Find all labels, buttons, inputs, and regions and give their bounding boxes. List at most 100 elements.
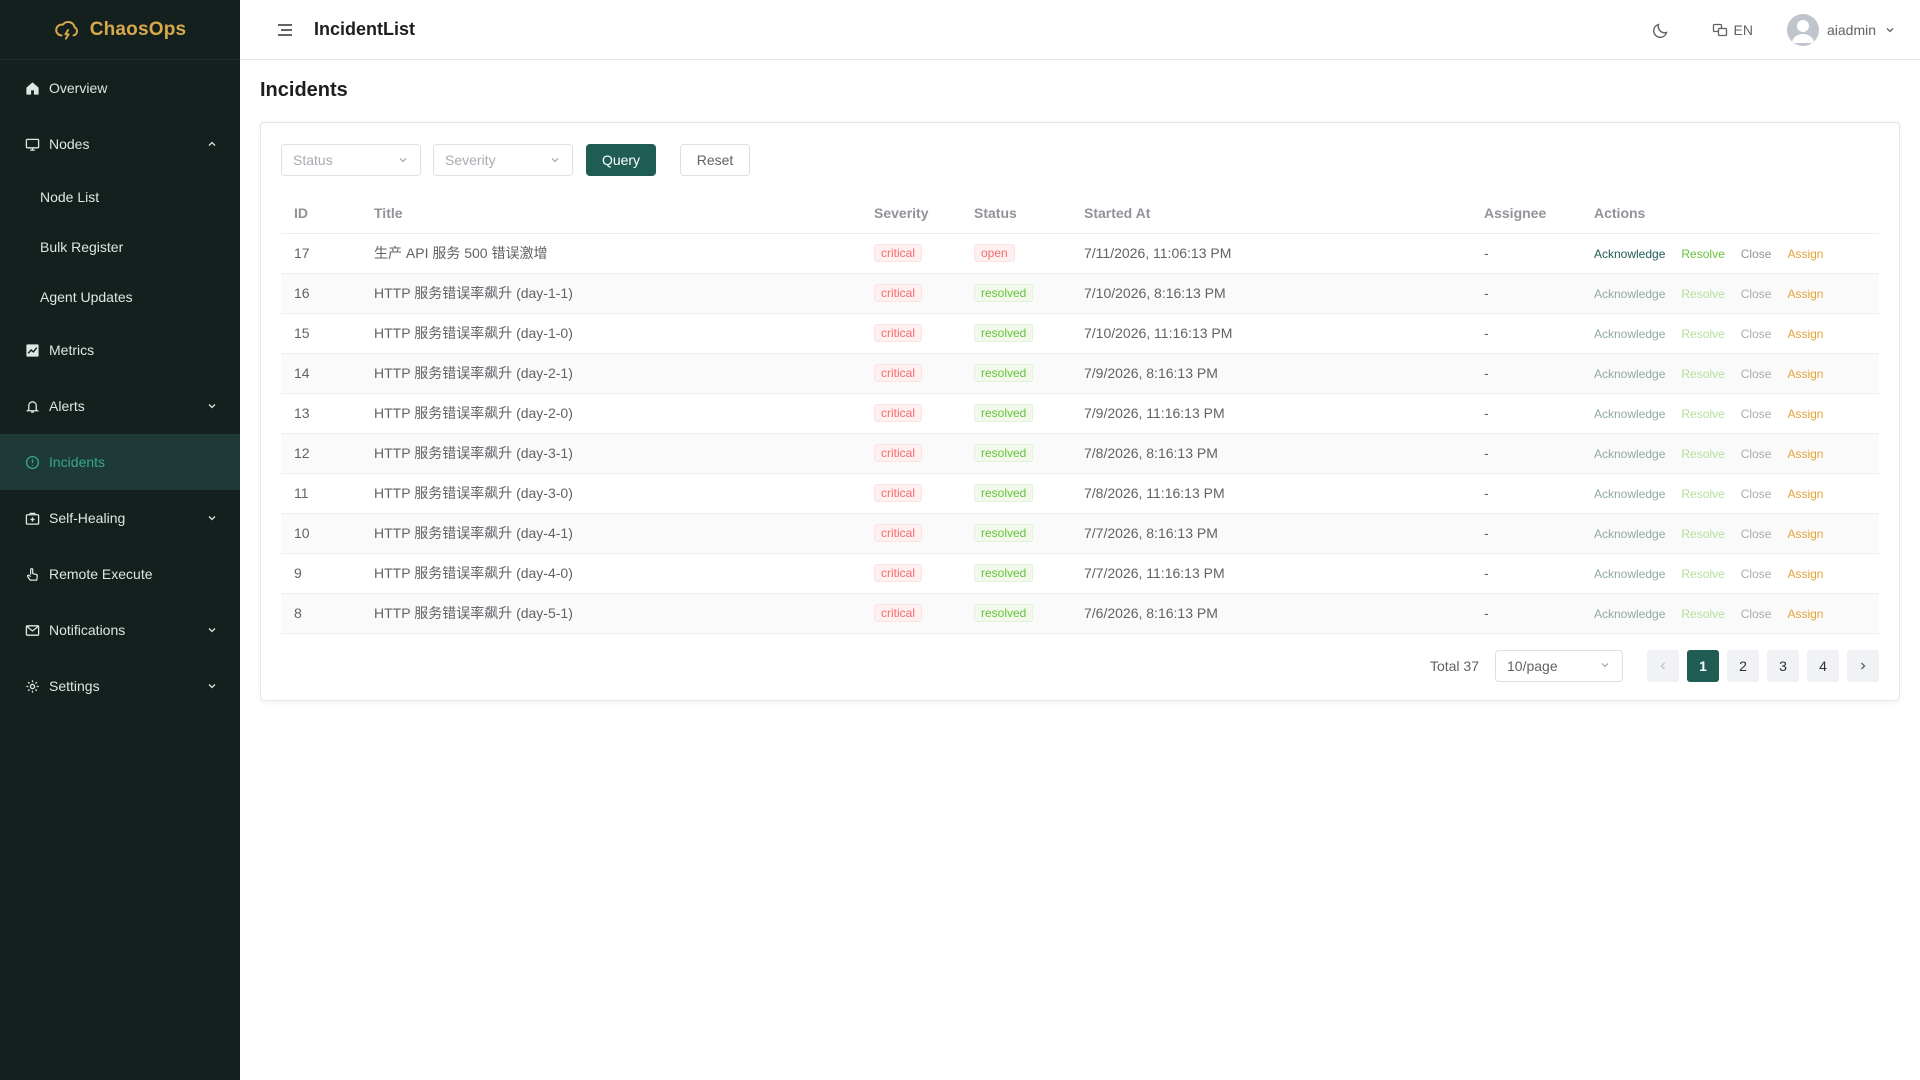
close-button[interactable]: Close (1741, 607, 1772, 621)
assign-button[interactable]: Assign (1787, 407, 1823, 421)
assign-button[interactable]: Assign (1787, 327, 1823, 341)
sidebar-item-metrics[interactable]: Metrics (0, 322, 240, 378)
sidebar-item-settings[interactable]: Settings (0, 658, 240, 714)
acknowledge-button[interactable]: Acknowledge (1594, 567, 1665, 581)
assign-button[interactable]: Assign (1787, 567, 1823, 581)
resolve-button[interactable]: Resolve (1681, 287, 1724, 301)
resolve-button[interactable]: Resolve (1681, 367, 1724, 381)
cell-severity: critical (861, 593, 961, 634)
moon-icon[interactable] (1652, 21, 1670, 39)
brand-name: ChaosOps (89, 18, 187, 40)
resolve-button[interactable]: Resolve (1681, 527, 1724, 541)
sidebar-subitem-bulk-register[interactable]: Bulk Register (0, 222, 240, 272)
assign-button[interactable]: Assign (1787, 367, 1823, 381)
acknowledge-button[interactable]: Acknowledge (1594, 327, 1665, 341)
sidebar-item-notifications[interactable]: Notifications (0, 602, 240, 658)
column-header-assignee[interactable]: Assignee (1471, 193, 1581, 234)
cell-actions: Acknowledge Resolve Close Assign (1581, 433, 1879, 474)
incidents-table: ID Title Severity Status Started At Assi… (281, 193, 1879, 634)
username: aiadmin (1826, 22, 1876, 38)
cell-id: 12 (281, 433, 361, 474)
cell-id: 13 (281, 393, 361, 434)
sidebar-item-self-healing[interactable]: Self-Healing (0, 490, 240, 546)
acknowledge-button[interactable]: Acknowledge (1594, 487, 1665, 501)
assign-button[interactable]: Assign (1787, 247, 1823, 261)
acknowledge-button[interactable]: Acknowledge (1594, 527, 1665, 541)
incidents-card: Status Severity Query Reset ID Title Sev… (260, 122, 1900, 701)
close-button[interactable]: Close (1741, 367, 1772, 381)
header-actions: EN aiadmin (1652, 0, 1896, 60)
acknowledge-button[interactable]: Acknowledge (1594, 367, 1665, 381)
close-button[interactable]: Close (1741, 447, 1772, 461)
resolve-button[interactable]: Resolve (1681, 327, 1724, 341)
page-button-3[interactable]: 3 (1767, 650, 1799, 682)
reset-button[interactable]: Reset (680, 144, 750, 176)
assign-button[interactable]: Assign (1787, 287, 1823, 301)
severity-select[interactable]: Severity (433, 144, 573, 176)
acknowledge-button[interactable]: Acknowledge (1594, 407, 1665, 421)
cell-id: 17 (281, 233, 361, 274)
close-button[interactable]: Close (1741, 327, 1772, 341)
sidebar-item-overview[interactable]: Overview (0, 60, 240, 116)
column-header-actions: Actions (1581, 193, 1879, 234)
page-button-1[interactable]: 1 (1687, 650, 1719, 682)
sidebar-subitem-node-list[interactable]: Node List (0, 172, 240, 222)
sidebar-item-incidents[interactable]: Incidents (0, 434, 240, 490)
acknowledge-button[interactable]: Acknowledge (1594, 447, 1665, 461)
sidebar-item-label: Metrics (49, 342, 95, 358)
cell-started-at: 7/8/2026, 8:16:13 PM (1071, 433, 1471, 474)
status-select[interactable]: Status (281, 144, 421, 176)
status-tag: resolved (974, 604, 1034, 622)
cell-id: 15 (281, 313, 361, 354)
sidebar-item-alerts[interactable]: Alerts (0, 378, 240, 434)
sidebar-item-nodes[interactable]: Nodes (0, 116, 240, 172)
acknowledge-button[interactable]: Acknowledge (1594, 607, 1665, 621)
column-header-status[interactable]: Status (961, 193, 1071, 234)
cell-status: resolved (961, 473, 1071, 514)
resolve-button[interactable]: Resolve (1681, 407, 1724, 421)
resolve-button[interactable]: Resolve (1681, 487, 1724, 501)
language-switcher[interactable]: EN (1712, 22, 1753, 38)
assign-button[interactable]: Assign (1787, 607, 1823, 621)
close-button[interactable]: Close (1741, 487, 1772, 501)
sidebar-item-remote-execute[interactable]: Remote Execute (0, 546, 240, 602)
cell-assignee: - (1471, 553, 1581, 594)
close-button[interactable]: Close (1741, 247, 1772, 261)
cell-assignee: - (1471, 593, 1581, 634)
resolve-button[interactable]: Resolve (1681, 247, 1724, 261)
language-label: EN (1733, 22, 1753, 38)
column-header-severity[interactable]: Severity (861, 193, 961, 234)
brand[interactable]: ChaosOps (0, 0, 240, 60)
acknowledge-button[interactable]: Acknowledge (1594, 287, 1665, 301)
user-menu[interactable]: aiadmin (1786, 14, 1896, 46)
page-button-4[interactable]: 4 (1807, 650, 1839, 682)
cell-actions: Acknowledge Resolve Close Assign (1581, 553, 1879, 594)
status-tag: resolved (974, 324, 1034, 342)
next-page-button[interactable] (1847, 650, 1879, 682)
close-button[interactable]: Close (1741, 527, 1772, 541)
column-header-title[interactable]: Title (361, 193, 861, 234)
total-count: Total 37 (1429, 658, 1479, 674)
close-button[interactable]: Close (1741, 407, 1772, 421)
page-button-2[interactable]: 2 (1727, 650, 1759, 682)
close-button[interactable]: Close (1741, 287, 1772, 301)
resolve-button[interactable]: Resolve (1681, 447, 1724, 461)
column-header-started-at[interactable]: Started At (1071, 193, 1471, 234)
close-button[interactable]: Close (1741, 567, 1772, 581)
chevron-left-icon (1660, 662, 1665, 670)
assign-button[interactable]: Assign (1787, 447, 1823, 461)
gear-icon (24, 678, 40, 694)
hamburger-menu-icon[interactable] (276, 21, 294, 39)
assign-button[interactable]: Assign (1787, 527, 1823, 541)
prev-page-button[interactable] (1647, 650, 1679, 682)
cell-started-at: 7/11/2026, 11:06:13 PM (1071, 233, 1471, 274)
resolve-button[interactable]: Resolve (1681, 607, 1724, 621)
column-header-id[interactable]: ID (281, 193, 361, 234)
resolve-button[interactable]: Resolve (1681, 567, 1724, 581)
sidebar-subitem-agent-updates[interactable]: Agent Updates (0, 272, 240, 322)
assign-button[interactable]: Assign (1787, 487, 1823, 501)
page-size-select[interactable]: 10/page (1495, 650, 1623, 682)
chevron-down-icon (1884, 24, 1896, 36)
query-button[interactable]: Query (586, 144, 656, 176)
acknowledge-button[interactable]: Acknowledge (1594, 247, 1665, 261)
